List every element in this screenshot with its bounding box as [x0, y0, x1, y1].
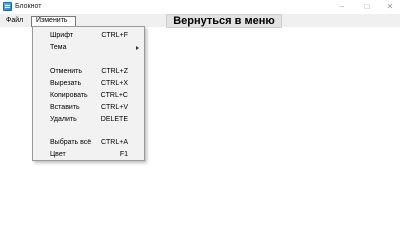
- maximize-button[interactable]: □: [355, 0, 379, 14]
- menu-item-shortcut: CTRL+Z: [101, 68, 128, 75]
- menu-item-shortcut: CTRL+V: [100, 104, 128, 111]
- menu-file[interactable]: Файл: [3, 16, 29, 26]
- menu-item-shortcut: CTRL+X: [100, 80, 128, 87]
- menu-item-shortcut: CTRL+C: [100, 92, 128, 99]
- menu-item-label: Шрифт: [50, 32, 74, 39]
- menu-item-paste[interactable]: Вставить CTRL+V: [33, 102, 144, 114]
- menu-item-shortcut: CTRL+A: [100, 139, 128, 146]
- menu-item-label: Выбрать всё: [50, 139, 92, 146]
- menu-item-font[interactable]: Шрифт CTRL+F: [33, 30, 144, 42]
- submenu-arrow-icon: [136, 46, 139, 50]
- menu-item-color[interactable]: Цвет F1: [33, 149, 144, 161]
- menu-item-undo[interactable]: Отменить CTRL+Z: [33, 66, 144, 78]
- menu-item-theme[interactable]: Тема: [33, 42, 144, 54]
- edit-dropdown-menu: Шрифт CTRL+F Тема Отменить CTRL+Z Выреза…: [32, 26, 145, 161]
- back-to-menu-button[interactable]: Вернуться в меню: [166, 14, 282, 28]
- menu-item-label: Отменить: [50, 68, 82, 75]
- menu-item-cut[interactable]: Вырезать CTRL+X: [33, 78, 144, 90]
- menu-item-label: Копировать: [50, 92, 88, 99]
- close-button[interactable]: ✕: [378, 0, 400, 14]
- menu-item-shortcut: DELETE: [100, 116, 128, 123]
- window-title: Блокнот: [15, 3, 42, 10]
- menu-item-delete[interactable]: Удалить DELETE: [33, 114, 144, 126]
- notepad-app-icon: [3, 2, 12, 11]
- menu-item-label: Тема: [50, 44, 67, 51]
- menu-item-select-all[interactable]: Выбрать всё CTRL+A: [33, 137, 144, 149]
- notepad-window: Блокнот – □ ✕ Файл Изменить Вернуться в …: [0, 0, 400, 239]
- menu-item-copy[interactable]: Копировать CTRL+C: [33, 90, 144, 102]
- menu-item-shortcut: F1: [119, 151, 128, 158]
- minimize-button[interactable]: –: [330, 0, 354, 14]
- title-bar: Блокнот – □ ✕: [0, 0, 400, 14]
- menu-item-label: Вырезать: [50, 80, 82, 87]
- menu-item-label: Цвет: [50, 151, 66, 158]
- menu-item-shortcut: CTRL+F: [101, 32, 128, 39]
- menu-item-label: Вставить: [50, 104, 80, 111]
- menu-item-label: Удалить: [50, 116, 77, 123]
